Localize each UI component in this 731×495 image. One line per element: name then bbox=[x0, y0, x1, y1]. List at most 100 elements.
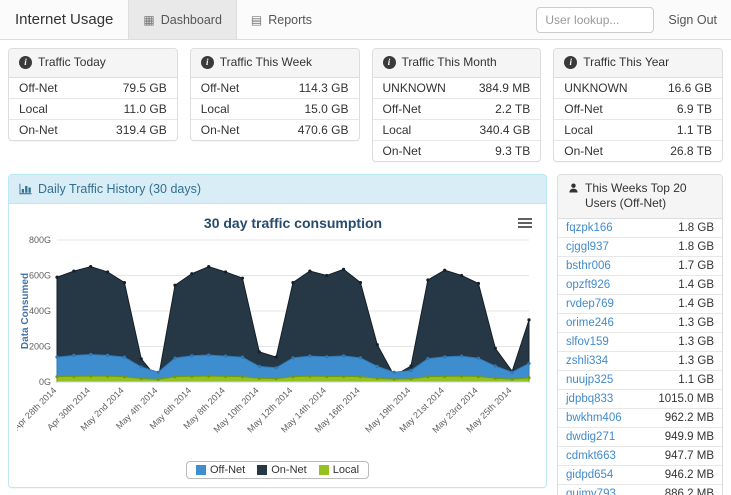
panel-traffic-today: i Traffic Today Off-Net 79.5 GB Local 11.0 … bbox=[8, 48, 178, 141]
user-link[interactable]: fqzpk166 bbox=[566, 222, 613, 234]
user-lookup-input[interactable] bbox=[536, 6, 655, 33]
user-link[interactable]: cdmkt663 bbox=[566, 450, 616, 462]
stat-row: UNKNOWN 16.6 GB bbox=[554, 78, 722, 98]
user-row: fqzpk166 1.8 GB bbox=[558, 219, 722, 237]
stat-table: Off-Net 79.5 GB Local 11.0 GB On-Net 319.4 GB bbox=[9, 78, 177, 140]
chart-area: 30 day traffic consumption Data Consumed 0… bbox=[9, 204, 546, 487]
user-link[interactable]: opzft926 bbox=[566, 279, 610, 291]
stat-value: 114.3 GB bbox=[298, 80, 349, 95]
users-panel-heading: This Weeks Top 20 Users (Off-Net) bbox=[558, 174, 722, 219]
stat-row: UNKNOWN 384.9 MB bbox=[373, 78, 541, 98]
user-link[interactable]: quimy793 bbox=[566, 488, 616, 495]
chart-menu-icon[interactable] bbox=[518, 216, 532, 230]
stat-value: 340.4 GB bbox=[479, 122, 531, 137]
panel-heading: i Traffic Today bbox=[9, 49, 177, 78]
stat-label: Off-Net bbox=[19, 80, 58, 95]
user-row: quimy793 886.2 MB bbox=[558, 483, 722, 495]
user-usage-value: 1.4 GB bbox=[678, 278, 714, 291]
tab-reports-label: Reports bbox=[268, 12, 313, 27]
user-usage-value: 949.9 MB bbox=[664, 430, 714, 443]
svg-text:0G: 0G bbox=[39, 377, 51, 387]
stat-label: On-Net bbox=[564, 143, 603, 158]
legend-item[interactable]: Off-Net bbox=[195, 464, 245, 476]
dashboard-icon: ▦ bbox=[143, 12, 155, 27]
user-row: opzft926 1.4 GB bbox=[558, 274, 722, 294]
user-row: bwkhm406 962.2 MB bbox=[558, 407, 722, 427]
user-link[interactable]: dwdig271 bbox=[566, 431, 615, 443]
tab-dashboard[interactable]: ▦ Dashboard bbox=[128, 0, 237, 39]
page-content: i Traffic Today Off-Net 79.5 GB Local 11.0 … bbox=[0, 40, 731, 495]
user-row: bsthr006 1.7 GB bbox=[558, 255, 722, 275]
user-link[interactable]: orime246 bbox=[566, 317, 614, 329]
stat-value: 1.1 TB bbox=[676, 122, 712, 137]
stat-value: 2.2 TB bbox=[495, 101, 531, 116]
panel-traffic-year: i Traffic This Year UNKNOWN 16.6 GB Off-Ne… bbox=[553, 48, 723, 162]
user-link[interactable]: bwkhm406 bbox=[566, 412, 622, 424]
user-usage-value: 1.3 GB bbox=[678, 354, 714, 367]
stat-row: Off-Net 2.2 TB bbox=[372, 97, 541, 119]
panel-title: Traffic Today bbox=[38, 55, 106, 69]
stat-label: Off-Net bbox=[382, 101, 421, 116]
users-panel-title: This Weeks Top 20 Users (Off-Net) bbox=[585, 180, 687, 211]
stat-label: Local bbox=[564, 122, 593, 137]
user-link[interactable]: cjggl937 bbox=[566, 241, 609, 253]
stat-row: Local 11.0 GB bbox=[9, 97, 177, 119]
panel-traffic-month: i Traffic This Month UNKNOWN 384.9 MB Off-… bbox=[371, 48, 542, 162]
legend-swatch bbox=[257, 464, 268, 475]
user-usage-value: 1.3 GB bbox=[678, 316, 714, 329]
stat-value: 470.6 GB bbox=[297, 122, 349, 137]
panel-heading: i Traffic This Week bbox=[190, 49, 359, 78]
user-row: cjggl937 1.8 GB bbox=[558, 236, 722, 256]
user-link[interactable]: nuujp325 bbox=[566, 374, 613, 386]
stat-row: Off-Net 79.5 GB bbox=[9, 78, 177, 98]
user-row: slfov159 1.3 GB bbox=[558, 331, 722, 351]
info-icon: i bbox=[200, 56, 214, 69]
stat-row: On-Net 470.6 GB bbox=[190, 118, 359, 140]
legend-label: Local bbox=[332, 463, 360, 476]
sign-out-link[interactable]: Sign Out bbox=[668, 13, 717, 27]
user-usage-value: 1.3 GB bbox=[678, 335, 714, 348]
stat-label: Off-Net bbox=[200, 80, 240, 95]
stat-value: 26.8 TB bbox=[670, 143, 712, 158]
stat-label: Local bbox=[19, 101, 48, 116]
users-table: fqzpk166 1.8 GB cjggl937 1.8 GB bsthr006 1.7 … bbox=[558, 219, 722, 495]
svg-text:400G: 400G bbox=[29, 306, 51, 316]
user-usage-value: 1.1 GB bbox=[678, 373, 714, 386]
legend-item[interactable]: On-Net bbox=[257, 464, 307, 476]
stat-row: On-Net 319.4 GB bbox=[9, 118, 177, 140]
user-row: orime246 1.3 GB bbox=[558, 312, 722, 332]
user-row: rvdep769 1.4 GB bbox=[558, 293, 722, 313]
chart-panel-title: Daily Traffic History (30 days) bbox=[38, 181, 202, 196]
tab-reports[interactable]: ▤ Reports bbox=[237, 0, 326, 39]
legend-swatch bbox=[195, 464, 206, 475]
user-link[interactable]: bsthr006 bbox=[566, 260, 611, 272]
user-link[interactable]: jdpbq833 bbox=[566, 393, 613, 405]
user-row: dwdig271 949.9 MB bbox=[558, 426, 722, 446]
stat-value: 6.9 TB bbox=[676, 101, 712, 116]
legend-swatch bbox=[318, 464, 329, 475]
stat-label: Local bbox=[382, 122, 412, 137]
info-icon: i bbox=[19, 56, 32, 69]
stat-row: Local 15.0 GB bbox=[190, 97, 359, 119]
panel-traffic-week: i Traffic This Week Off-Net 114.3 GB Local… bbox=[189, 48, 360, 141]
user-link[interactable]: zshli334 bbox=[566, 355, 608, 367]
stat-value: 9.3 TB bbox=[495, 143, 531, 158]
stat-value: 15.0 GB bbox=[304, 101, 349, 116]
stat-label: UNKNOWN bbox=[382, 80, 446, 95]
app-brand: Internet Usage bbox=[15, 11, 114, 28]
user-icon bbox=[569, 183, 578, 193]
user-link[interactable]: gidpd654 bbox=[566, 469, 613, 481]
stat-row: Off-Net 6.9 TB bbox=[554, 97, 722, 119]
user-link[interactable]: slfov159 bbox=[566, 336, 609, 348]
user-link[interactable]: rvdep769 bbox=[566, 298, 614, 310]
svg-text:800G: 800G bbox=[29, 235, 51, 245]
stat-panels-row: i Traffic Today Off-Net 79.5 GB Local 11.0 … bbox=[8, 48, 723, 162]
user-usage-value: 947.7 MB bbox=[664, 449, 714, 462]
panel-title: Traffic This Month bbox=[401, 55, 497, 69]
user-row: cdmkt663 947.7 MB bbox=[558, 445, 722, 465]
stat-label: On-Net bbox=[19, 122, 58, 137]
user-row: nuujp325 1.1 GB bbox=[558, 369, 722, 389]
bar-chart-icon bbox=[19, 183, 32, 194]
legend-item[interactable]: Local bbox=[318, 463, 360, 476]
stat-row: Off-Net 114.3 GB bbox=[191, 78, 359, 98]
